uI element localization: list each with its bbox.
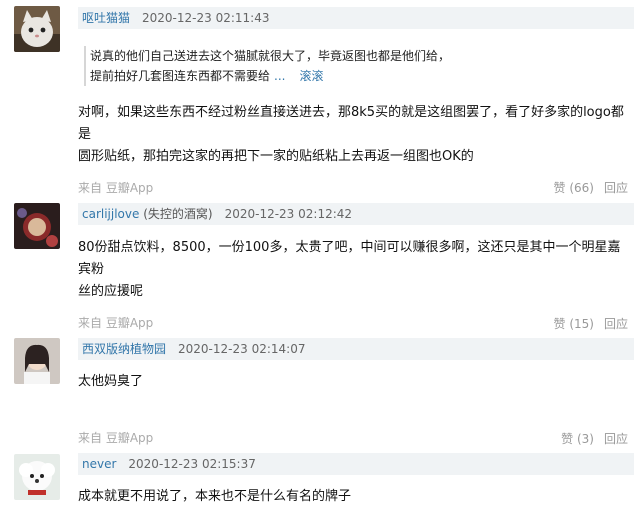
quote-line: 提前拍好几套图连东西都不需要给... 滚滚 — [90, 66, 610, 86]
quote-expand-link[interactable]: ... — [274, 69, 285, 83]
comment-source: 来自 豆瓣App — [78, 431, 154, 445]
comment-meta: 呕吐猫猫 2020-12-23 02:11:43 — [78, 7, 634, 29]
author-link[interactable]: 西双版纳植物园 — [82, 342, 166, 356]
reply-button[interactable]: 回应 — [604, 181, 628, 195]
like-button[interactable]: 赞 (15) — [554, 317, 594, 331]
comment-time: 2020-12-23 02:11:43 — [142, 11, 270, 25]
comment-meta: never 2020-12-23 02:15:37 — [78, 453, 634, 475]
content-line: 对啊，如果这些东西不经过粉丝直接送进去，那8k5买的就是这组图罢了，看了好多家的… — [78, 105, 624, 142]
content-line: 太他妈臭了 — [78, 374, 144, 389]
comment-source: 来自 豆瓣App — [78, 316, 154, 330]
comment-source: 来自 豆瓣App — [78, 181, 154, 195]
comment-actions: 赞 (66) 回应 — [554, 179, 628, 196]
quote-author-link[interactable]: 滚滚 — [299, 69, 323, 83]
comment-time: 2020-12-23 02:15:37 — [128, 457, 256, 471]
comment-content: 对啊，如果这些东西不经过粉丝直接送进去，那8k5买的就是这组图罢了，看了好多家的… — [78, 102, 630, 168]
comment-actions: 赞 (3) 回应 — [561, 430, 628, 447]
comment-content: 成本就更不用说了，本来也不是什么有名的牌子 — [78, 486, 630, 508]
quote-line: 说真的他们自己送进去这个猫腻就很大了，毕竟返图也都是他们给， — [90, 49, 451, 63]
content-line: 圆形贴纸，那拍完这家的再把下一家的贴纸粘上去再返一组图也OK的 — [78, 149, 474, 164]
author-link[interactable]: 呕吐猫猫 — [82, 11, 130, 25]
comment-time: 2020-12-23 02:14:07 — [178, 342, 306, 356]
author-link[interactable]: never — [82, 457, 116, 471]
author-link[interactable]: carlijjlove — [82, 207, 139, 221]
avatar[interactable] — [14, 338, 60, 384]
comment-meta: carlijjlove (失控的酒窝) 2020-12-23 02:12:42 — [78, 203, 634, 225]
content-line: 80份甜点饮料，8500，一份100多，太贵了吧，中间可以赚很多啊，这还只是其中… — [78, 240, 621, 277]
comment-content: 太他妈臭了 — [78, 371, 630, 393]
avatar[interactable] — [14, 6, 60, 52]
avatar[interactable] — [14, 203, 60, 249]
reply-button[interactable]: 回应 — [604, 432, 628, 446]
comment-actions: 赞 (15) 回应 — [554, 315, 628, 332]
reply-button[interactable]: 回应 — [604, 317, 628, 331]
comment-time: 2020-12-23 02:12:42 — [224, 207, 353, 221]
like-button[interactable]: 赞 (66) — [554, 181, 594, 195]
comment-meta: 西双版纳植物园 2020-12-23 02:14:07 — [78, 338, 634, 360]
content-line: 丝的应援呢 — [78, 284, 144, 299]
author-nickname: (失控的酒窝) — [139, 207, 213, 221]
quote-text: 提前拍好几套图连东西都不需要给 — [90, 69, 271, 83]
content-line: 成本就更不用说了，本来也不是什么有名的牌子 — [78, 489, 352, 504]
like-button[interactable]: 赞 (3) — [561, 432, 594, 446]
quoted-comment: 说真的他们自己送进去这个猫腻就很大了，毕竟返图也都是他们给， 提前拍好几套图连东… — [84, 46, 610, 86]
comment-content: 80份甜点饮料，8500，一份100多，太贵了吧，中间可以赚很多啊，这还只是其中… — [78, 237, 630, 303]
avatar[interactable] — [14, 454, 60, 500]
